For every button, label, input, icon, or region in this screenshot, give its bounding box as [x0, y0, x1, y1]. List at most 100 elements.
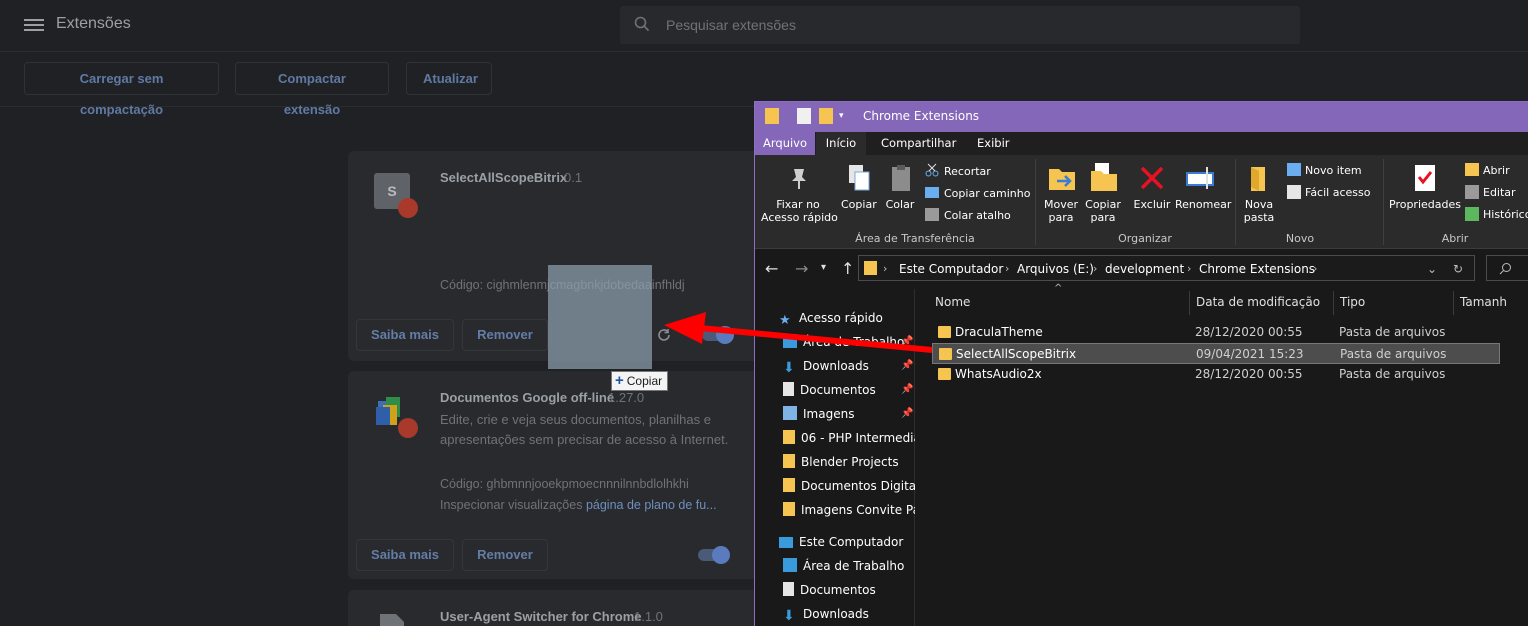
- cut-button[interactable]: Recortar: [944, 165, 991, 178]
- move-to-button[interactable]: Mover para: [1041, 198, 1081, 224]
- new-folder-qa-icon[interactable]: [819, 108, 833, 124]
- nav-item-folder[interactable]: 06 - PHP Intermediá: [783, 427, 915, 449]
- column-separator[interactable]: [1453, 291, 1454, 315]
- explorer-search-box[interactable]: [1486, 255, 1528, 281]
- breadcrumb-chrome-extensions[interactable]: Chrome Extensions: [1199, 262, 1315, 276]
- back-arrow-icon[interactable]: ←: [765, 259, 778, 278]
- remove-button[interactable]: Remover: [462, 319, 548, 351]
- new-folder-icon: [1251, 167, 1265, 191]
- tab-compartilhar[interactable]: Compartilhar: [873, 132, 964, 155]
- search-icon: [634, 16, 650, 32]
- ribbon: Fixar no Acesso rápido Copiar Colar Reco…: [755, 155, 1528, 249]
- scissors-icon: [925, 163, 939, 177]
- reload-icon[interactable]: [656, 327, 672, 343]
- enable-toggle[interactable]: [698, 546, 730, 564]
- address-bar[interactable]: › Este Computador › Arquivos (E:) › deve…: [858, 255, 1475, 281]
- nav-item-downloads[interactable]: ⬇ Downloads: [783, 603, 915, 625]
- hamburger-menu-icon[interactable]: [24, 16, 44, 34]
- properties-button[interactable]: Propriedades: [1389, 198, 1461, 211]
- nav-item-folder[interactable]: Imagens Convite Pac: [783, 499, 915, 521]
- customize-qa-chevron-icon[interactable]: ▾: [839, 111, 849, 121]
- breadcrumb-chevron-icon: ›: [1005, 262, 1010, 275]
- column-separator[interactable]: [1189, 291, 1190, 315]
- file-type: Pasta de arquivos: [1340, 347, 1447, 361]
- download-icon: ⬇: [783, 608, 795, 624]
- nav-item-label: Downloads: [803, 607, 869, 621]
- tab-arquivo[interactable]: Arquivo: [755, 132, 816, 155]
- folder-icon: [864, 261, 877, 275]
- update-button[interactable]: Atualizar: [406, 62, 492, 95]
- paste-icon: [892, 165, 910, 191]
- nav-item-quick-access[interactable]: ★ Acesso rápido: [779, 307, 911, 329]
- plus-icon: +: [615, 372, 624, 389]
- folder-icon: [765, 108, 779, 124]
- column-header-type[interactable]: Tipo: [1340, 295, 1365, 309]
- rename-button[interactable]: Renomear: [1175, 198, 1231, 211]
- details-button[interactable]: Saiba mais: [356, 539, 454, 571]
- nav-item-documents[interactable]: Documentos: [783, 379, 915, 401]
- load-unpacked-button[interactable]: Carregar sem compactação: [24, 62, 219, 117]
- nav-item-downloads[interactable]: ⬇ Downloads: [783, 355, 915, 377]
- column-header-date[interactable]: Data de modificação: [1196, 295, 1320, 309]
- file-date: 28/12/2020 00:55: [1195, 325, 1303, 339]
- file-type: Pasta de arquivos: [1339, 367, 1446, 381]
- column-header-size[interactable]: Tamanh: [1460, 295, 1507, 309]
- nav-item-desktop[interactable]: Área de Trabalho: [783, 331, 915, 353]
- refresh-icon[interactable]: ↻: [1453, 262, 1463, 276]
- extension-version: 1.1.0: [634, 609, 663, 624]
- ribbon-separator: [1235, 159, 1236, 245]
- details-button[interactable]: Saiba mais: [356, 319, 454, 351]
- pin-icon: 📌: [901, 336, 914, 347]
- paste-button[interactable]: Colar: [883, 198, 917, 211]
- move-to-icon: [1049, 169, 1075, 190]
- nav-item-documents[interactable]: Documentos: [783, 579, 915, 601]
- copy-button[interactable]: Copiar: [841, 198, 877, 211]
- pin-icon: 📌: [901, 384, 914, 395]
- nav-item-folder[interactable]: Documentos Digitali: [783, 475, 915, 497]
- new-item-button[interactable]: Novo item: [1305, 164, 1362, 177]
- file-row[interactable]: WhatsAudio2x 28/12/2020 00:55 Pasta de a…: [932, 364, 1500, 385]
- tab-inicio[interactable]: Início: [816, 132, 866, 155]
- address-dropdown-chevron-icon[interactable]: ⌄: [1427, 262, 1437, 276]
- recent-locations-chevron-icon[interactable]: ▾: [821, 262, 826, 273]
- easy-access-button[interactable]: Fácil acesso: [1305, 186, 1370, 199]
- tab-exibir[interactable]: Exibir: [969, 132, 1018, 155]
- breadcrumb-este-computador[interactable]: Este Computador: [899, 262, 1003, 276]
- search-box[interactable]: [620, 6, 1300, 44]
- folder-icon: [783, 454, 795, 468]
- copy-to-button[interactable]: Copiar para: [1083, 198, 1123, 224]
- nav-item-folder[interactable]: Blender Projects: [783, 451, 915, 473]
- drag-copy-label: Copiar: [626, 374, 663, 388]
- file-name: SelectAllScopeBitrix: [956, 347, 1077, 361]
- inspect-background-link[interactable]: página de plano de fu...: [586, 498, 717, 512]
- column-separator[interactable]: [1333, 291, 1334, 315]
- delete-button[interactable]: Excluir: [1133, 198, 1171, 211]
- open-button[interactable]: Abrir: [1483, 164, 1510, 177]
- paste-shortcut-button[interactable]: Colar atalho: [944, 209, 1011, 222]
- remove-button[interactable]: Remover: [462, 539, 548, 571]
- pin-quick-access-button[interactable]: Fixar no Acesso rápido: [761, 198, 838, 224]
- nav-item-label: Área de Trabalho: [803, 335, 905, 349]
- search-input[interactable]: [666, 16, 1266, 34]
- up-arrow-icon[interactable]: ↑: [841, 259, 854, 278]
- pack-extension-button[interactable]: Compactar extensão: [235, 62, 389, 117]
- copy-icon: [849, 165, 870, 191]
- enable-toggle[interactable]: [702, 326, 734, 344]
- new-folder-button[interactable]: Nova pasta: [1242, 198, 1276, 224]
- nav-item-images[interactable]: Imagens: [783, 403, 915, 425]
- forward-arrow-icon[interactable]: →: [795, 259, 808, 278]
- nav-item-this-pc[interactable]: Este Computador: [779, 531, 911, 553]
- breadcrumb-development[interactable]: development: [1105, 262, 1184, 276]
- desktop-icon: [783, 334, 797, 348]
- properties-qa-icon[interactable]: [797, 108, 811, 124]
- breadcrumb-arquivos[interactable]: Arquivos (E:): [1017, 262, 1094, 276]
- column-header-name[interactable]: Nome: [935, 295, 970, 309]
- nav-item-label: Acesso rápido: [799, 311, 883, 325]
- copy-path-button[interactable]: Copiar caminho: [944, 187, 1030, 200]
- edit-icon: [1465, 185, 1479, 199]
- file-row-selected[interactable]: SelectAllScopeBitrix 09/04/2021 15:23 Pa…: [932, 343, 1500, 364]
- edit-button[interactable]: Editar: [1483, 186, 1516, 199]
- history-button[interactable]: Histórico: [1483, 208, 1528, 221]
- nav-item-desktop[interactable]: Área de Trabalho: [783, 555, 915, 577]
- file-row[interactable]: DraculaTheme 28/12/2020 00:55 Pasta de a…: [932, 322, 1500, 343]
